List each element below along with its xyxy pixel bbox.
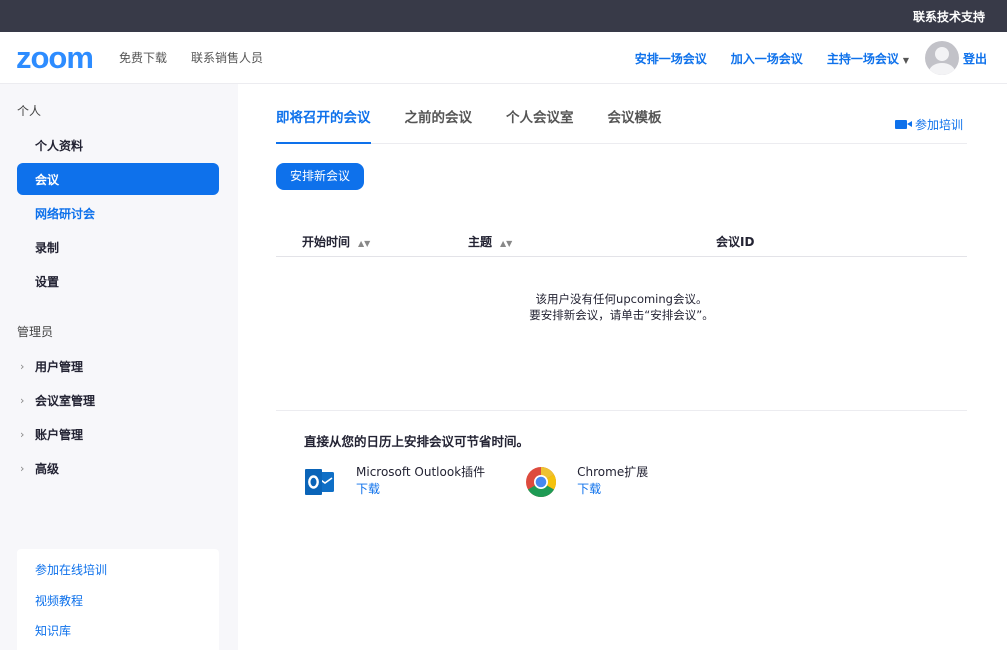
sidebar: 个人 个人资料 会议 网络研讨会 录制 设置 管理员 › 用户管理 › 会议室管理 … [0, 84, 238, 650]
column-start-time[interactable]: 开始时间 ▲▼ [302, 233, 370, 250]
contact-sales-link[interactable]: 联系销售人员 [191, 49, 263, 66]
header: zoom 免费下载 联系销售人员 安排一场会议 加入一场会议 主持一场会议 ▼ 登… [0, 32, 1007, 84]
help-links-box: 参加在线培训 视频教程 知识库 [17, 549, 219, 650]
join-training-label: 参加培训 [914, 118, 963, 132]
outlook-icon [305, 469, 334, 495]
video-tutorials-link[interactable]: 视频教程 [35, 590, 219, 621]
sidebar-item-meetings[interactable]: 会议 [17, 163, 219, 195]
meeting-tabs: 即将召开的会议 之前的会议 个人会议室 会议模板 参加培训 [276, 84, 967, 144]
chevron-right-icon: › [20, 427, 25, 441]
sidebar-item-room-management[interactable]: › 会议室管理 [17, 384, 219, 416]
sort-icon: ▲▼ [358, 239, 371, 248]
zoom-logo[interactable]: zoom [16, 42, 94, 73]
contact-support-link[interactable]: 联系技术支持 [913, 8, 985, 25]
chrome-extension-name: Chrome扩展 [577, 465, 649, 479]
tab-previous[interactable]: 之前的会议 [405, 106, 473, 143]
column-label: 主题 [468, 235, 493, 249]
sidebar-item-advanced[interactable]: › 高级 [17, 452, 219, 484]
video-camera-icon [894, 120, 912, 129]
chrome-icon [526, 466, 557, 498]
chrome-extension: Chrome扩展 下载 [525, 464, 648, 498]
calendar-integration: 直接从您的日历上安排会议可节省时间。 Microsoft Outlook插件 下… [276, 410, 967, 498]
logout-link[interactable]: 登出 [963, 50, 987, 67]
chevron-right-icon: › [20, 461, 25, 475]
meetings-table-header: 开始时间 ▲▼ 主题 ▲▼ 会议ID [276, 223, 967, 257]
host-meeting-dropdown[interactable]: 主持一场会议 ▼ [827, 50, 909, 67]
sidebar-section-personal: 个人 [17, 104, 42, 118]
sidebar-item-user-management[interactable]: › 用户管理 [17, 350, 219, 382]
host-meeting-label: 主持一场会议 [826, 51, 899, 66]
tab-templates[interactable]: 会议模板 [608, 106, 662, 143]
top-bar: 联系技术支持 [0, 0, 1007, 32]
outlook-download-link[interactable]: 下载 [356, 480, 485, 498]
join-training-link[interactable]: 参加培训 [894, 116, 963, 133]
sidebar-item-label: 用户管理 [35, 359, 84, 374]
sidebar-item-profile[interactable]: 个人资料 [17, 129, 219, 161]
chevron-right-icon: › [20, 393, 25, 407]
join-meeting-link[interactable]: 加入一场会议 [731, 50, 803, 67]
sidebar-item-recordings[interactable]: 录制 [17, 231, 219, 263]
column-label: 开始时间 [302, 235, 351, 249]
outlook-plugin: Microsoft Outlook插件 下载 [304, 464, 485, 498]
avatar[interactable] [924, 41, 959, 75]
sidebar-item-label: 会议室管理 [35, 393, 96, 408]
column-meeting-id: 会议ID [716, 235, 755, 249]
tab-upcoming[interactable]: 即将召开的会议 [276, 106, 371, 144]
empty-state: 该用户没有任何upcoming会议。 要安排新会议，请单击“安排会议”。 [276, 291, 967, 323]
sort-icon: ▲▼ [500, 239, 513, 248]
header-actions: 安排一场会议 加入一场会议 主持一场会议 ▼ 登出 [611, 32, 987, 84]
outlook-plugin-name: Microsoft Outlook插件 [356, 465, 486, 479]
schedule-new-meeting-button[interactable]: 安排新会议 [276, 163, 365, 190]
sidebar-item-account-management[interactable]: › 账户管理 [17, 418, 219, 450]
tab-personal-room[interactable]: 个人会议室 [506, 106, 574, 143]
sidebar-item-label: 高级 [35, 461, 60, 476]
sidebar-item-label: 账户管理 [35, 427, 84, 442]
free-download-link[interactable]: 免费下载 [119, 49, 167, 66]
caret-down-icon: ▼ [902, 55, 909, 65]
main-content: 即将召开的会议 之前的会议 个人会议室 会议模板 参加培训 安排新会议 开始时间… [238, 84, 1007, 650]
calendar-title: 直接从您的日历上安排会议可节省时间。 [304, 434, 530, 449]
empty-message-line1: 该用户没有任何upcoming会议。 [535, 292, 708, 306]
empty-message-line2: 要安排新会议，请单击“安排会议”。 [529, 308, 714, 322]
schedule-meeting-link[interactable]: 安排一场会议 [635, 50, 707, 67]
chevron-right-icon: › [20, 359, 25, 373]
chrome-download-link[interactable]: 下载 [577, 480, 648, 498]
knowledge-base-link[interactable]: 知识库 [35, 620, 219, 650]
column-topic[interactable]: 主题 ▲▼ [468, 233, 512, 250]
online-training-link[interactable]: 参加在线培训 [35, 559, 219, 590]
sidebar-item-webinars[interactable]: 网络研讨会 [17, 197, 219, 229]
sidebar-section-admin: 管理员 [17, 325, 54, 339]
sidebar-item-settings[interactable]: 设置 [17, 265, 219, 297]
